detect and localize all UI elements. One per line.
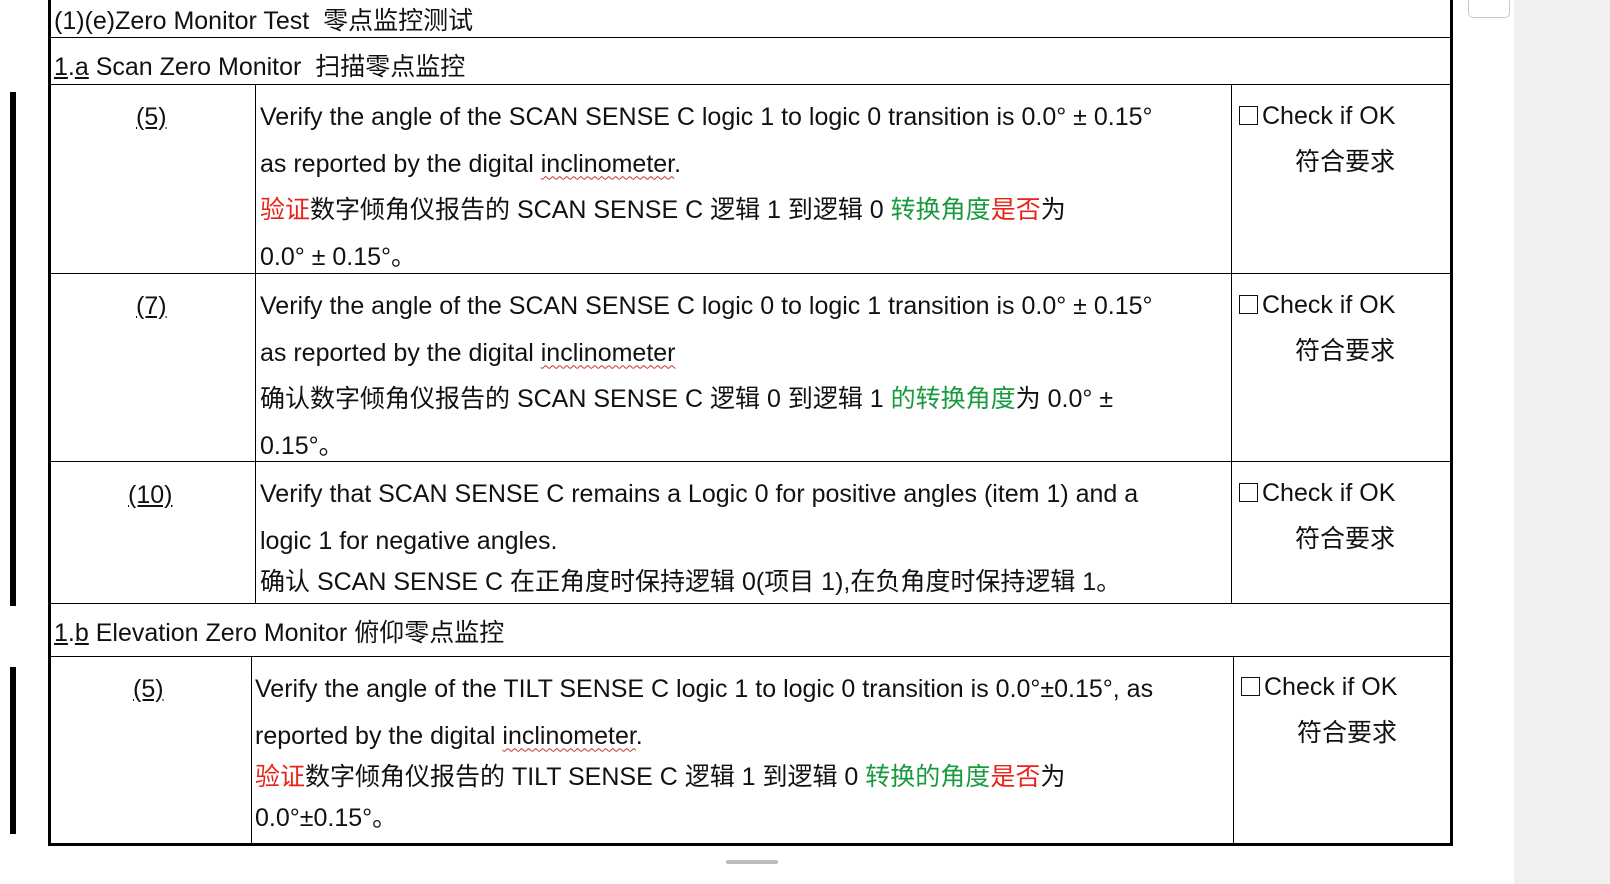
item-text: Verify the angle of the SCAN SENSE C log… — [260, 103, 1153, 271]
checkbox[interactable] — [1239, 295, 1258, 314]
checkbox[interactable] — [1239, 106, 1258, 125]
table-rule — [1233, 656, 1234, 844]
subsection-title-a: 1.a Scan Zero Monitor 扫描零点监控 — [54, 53, 466, 81]
check-if-ok[interactable]: Check if OK 符合要求 — [1239, 290, 1395, 366]
table-rule — [251, 656, 252, 844]
table-border — [1450, 0, 1453, 846]
document-table: (1)(e)Zero Monitor Test 零点监控测试 1.a Scan … — [48, 0, 1453, 846]
right-scroll-area — [1514, 0, 1610, 884]
table-border — [48, 0, 51, 846]
check-if-ok[interactable]: Check if OK 符合要求 — [1239, 478, 1395, 554]
check-if-ok[interactable]: Check if OK 符合要求 — [1241, 672, 1397, 748]
checkbox[interactable] — [1239, 483, 1258, 502]
table-rule — [1231, 84, 1232, 603]
item-text: Verify that SCAN SENSE C remains a Logic… — [260, 480, 1139, 596]
item-number: (5) — [133, 675, 164, 703]
change-bar — [10, 667, 16, 834]
check-if-ok[interactable]: Check if OK 符合要求 — [1239, 101, 1395, 177]
change-bar — [10, 92, 16, 606]
item-number: (5) — [136, 103, 167, 131]
section-title: (1)(e)Zero Monitor Test 零点监控测试 — [54, 7, 474, 35]
table-rule — [48, 37, 1453, 38]
corner-control[interactable] — [1468, 0, 1510, 18]
item-text: Verify the angle of the SCAN SENSE C log… — [260, 292, 1153, 460]
item-number: (7) — [136, 292, 167, 320]
item-text: Verify the angle of the TILT SENSE C log… — [255, 675, 1154, 832]
table-rule — [255, 84, 256, 603]
table-rule — [48, 84, 1453, 85]
subsection-title-b: 1.b Elevation Zero Monitor 俯仰零点监控 — [54, 619, 505, 647]
item-number: (10) — [128, 481, 173, 509]
bottom-tab — [726, 860, 778, 864]
table-rule — [48, 603, 1453, 604]
table-border — [48, 843, 1453, 846]
table-rule — [48, 656, 1453, 657]
checkbox[interactable] — [1241, 677, 1260, 696]
